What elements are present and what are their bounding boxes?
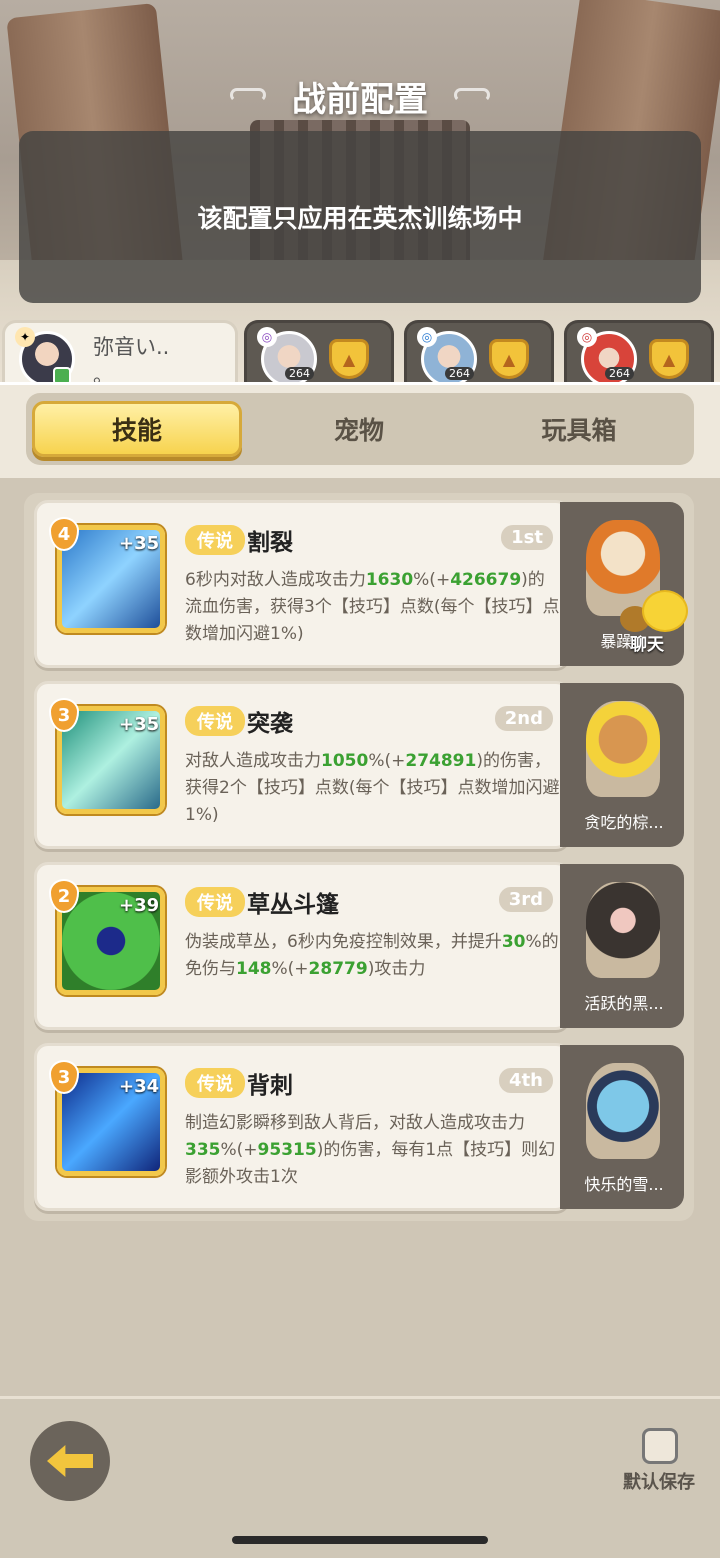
- pet-card-3[interactable]: 活跃的黑...: [560, 864, 684, 1028]
- hero-tab-4[interactable]: ◎ 264 ▲: [564, 320, 714, 390]
- tab-skills[interactable]: 技能: [32, 401, 242, 457]
- skill-card-1[interactable]: 4 +35 传说 割裂 1st 6秒内对敌人造成攻击力1630%(+426679…: [34, 500, 570, 668]
- shield-icon: ▲: [329, 339, 369, 379]
- skill-description: 6秒内对敌人造成攻击力1630%(+426679)的流血伤害，获得3个【技巧】点…: [185, 570, 560, 644]
- pet-card-4[interactable]: 快乐的雪...: [560, 1045, 684, 1209]
- pet-card-2[interactable]: 贪吃的棕...: [560, 683, 684, 847]
- pet-name: 贪吃的棕...: [584, 813, 664, 832]
- back-arrow-icon: [47, 1445, 93, 1477]
- notice-text: 该配置只应用在英杰训练场中: [197, 204, 523, 233]
- home-indicator[interactable]: [232, 1536, 488, 1544]
- rarity-badge: 传说: [185, 1068, 245, 1098]
- back-button[interactable]: [30, 1421, 110, 1501]
- skill-rank: 2nd: [494, 706, 553, 731]
- page-title: 战前配置: [292, 80, 428, 120]
- tab-pets[interactable]: 宠物: [254, 401, 464, 457]
- skill-card-3[interactable]: 2 +39 传说 草丛斗篷 3rd 伪装成草丛，6秒内免疫控制效果，并提升30%…: [34, 862, 570, 1030]
- hero-name: 弥音い..: [93, 335, 170, 359]
- hero-level: 264: [445, 367, 474, 380]
- rarity-badge: 传说: [185, 706, 245, 736]
- element-icon: ✦: [15, 327, 35, 347]
- notice-banner: 该配置只应用在英杰训练场中: [19, 131, 701, 303]
- tab-toybox[interactable]: 玩具箱: [474, 401, 684, 457]
- chat-button[interactable]: 聊天: [618, 590, 692, 655]
- element-icon: ◎: [577, 327, 597, 347]
- skill-description: 制造幻影瞬移到敌人背后，对敌人造成攻击力335%(+95315)的伤害，每有1点…: [185, 1113, 556, 1187]
- rarity-badge: 传说: [185, 525, 245, 555]
- skill-name: 草丛斗篷: [247, 892, 339, 918]
- skill-rank: 4th: [499, 1068, 553, 1093]
- chat-label: 聊天: [630, 635, 664, 655]
- pet-image: [586, 701, 660, 797]
- skill-rank: 1st: [501, 525, 553, 550]
- hero-tab-3[interactable]: ◎ 264 ▲: [404, 320, 554, 390]
- rarity-badge: 传说: [185, 887, 245, 917]
- pet-image: [586, 1063, 660, 1159]
- element-icon: ◎: [257, 327, 277, 347]
- smile-icon: [642, 590, 688, 632]
- skill-card-4[interactable]: 3 +34 传说 背刺 4th 制造幻影瞬移到敌人背后，对敌人造成攻击力335%…: [34, 1043, 570, 1211]
- skill-description: 伪装成草丛，6秒内免疫控制效果，并提升30%的免伤与148%(+28779)攻击…: [185, 932, 559, 979]
- skill-rank: 3rd: [498, 887, 553, 912]
- skill-bonus: +34: [119, 1076, 160, 1097]
- shield-icon: ▲: [649, 339, 689, 379]
- hero-level: 264: [285, 367, 314, 380]
- pet-image: [586, 882, 660, 978]
- category-tabs: 技能 宠物 玩具箱: [26, 393, 694, 465]
- default-save-checkbox[interactable]: [642, 1428, 678, 1464]
- hero-tab-2[interactable]: ◎ 264 ▲: [244, 320, 394, 390]
- pet-name: 活跃的黑...: [584, 994, 664, 1013]
- skill-name: 突袭: [247, 711, 293, 737]
- skill-bonus: +35: [119, 533, 160, 554]
- skill-description: 对敌人造成攻击力1050%(+274891)的伤害，获得2个【技巧】点数(每个【…: [185, 751, 560, 825]
- shield-icon: ▲: [489, 339, 529, 379]
- skill-name: 背刺: [247, 1073, 293, 1099]
- skill-bonus: +39: [119, 895, 160, 916]
- hero-level: 264: [605, 367, 634, 380]
- element-icon: ◎: [417, 327, 437, 347]
- skill-card-2[interactable]: 3 +35 传说 突袭 2nd 对敌人造成攻击力1050%(+274891)的伤…: [34, 681, 570, 849]
- bottom-bar: [0, 1396, 720, 1558]
- hero-tab-1[interactable]: ✦ 弥音い.. 。: [2, 320, 238, 390]
- skill-bonus: +35: [119, 714, 160, 735]
- default-save-label: 默认保存: [623, 1472, 695, 1493]
- skill-name: 割裂: [247, 530, 293, 556]
- pet-name: 快乐的雪...: [584, 1175, 664, 1194]
